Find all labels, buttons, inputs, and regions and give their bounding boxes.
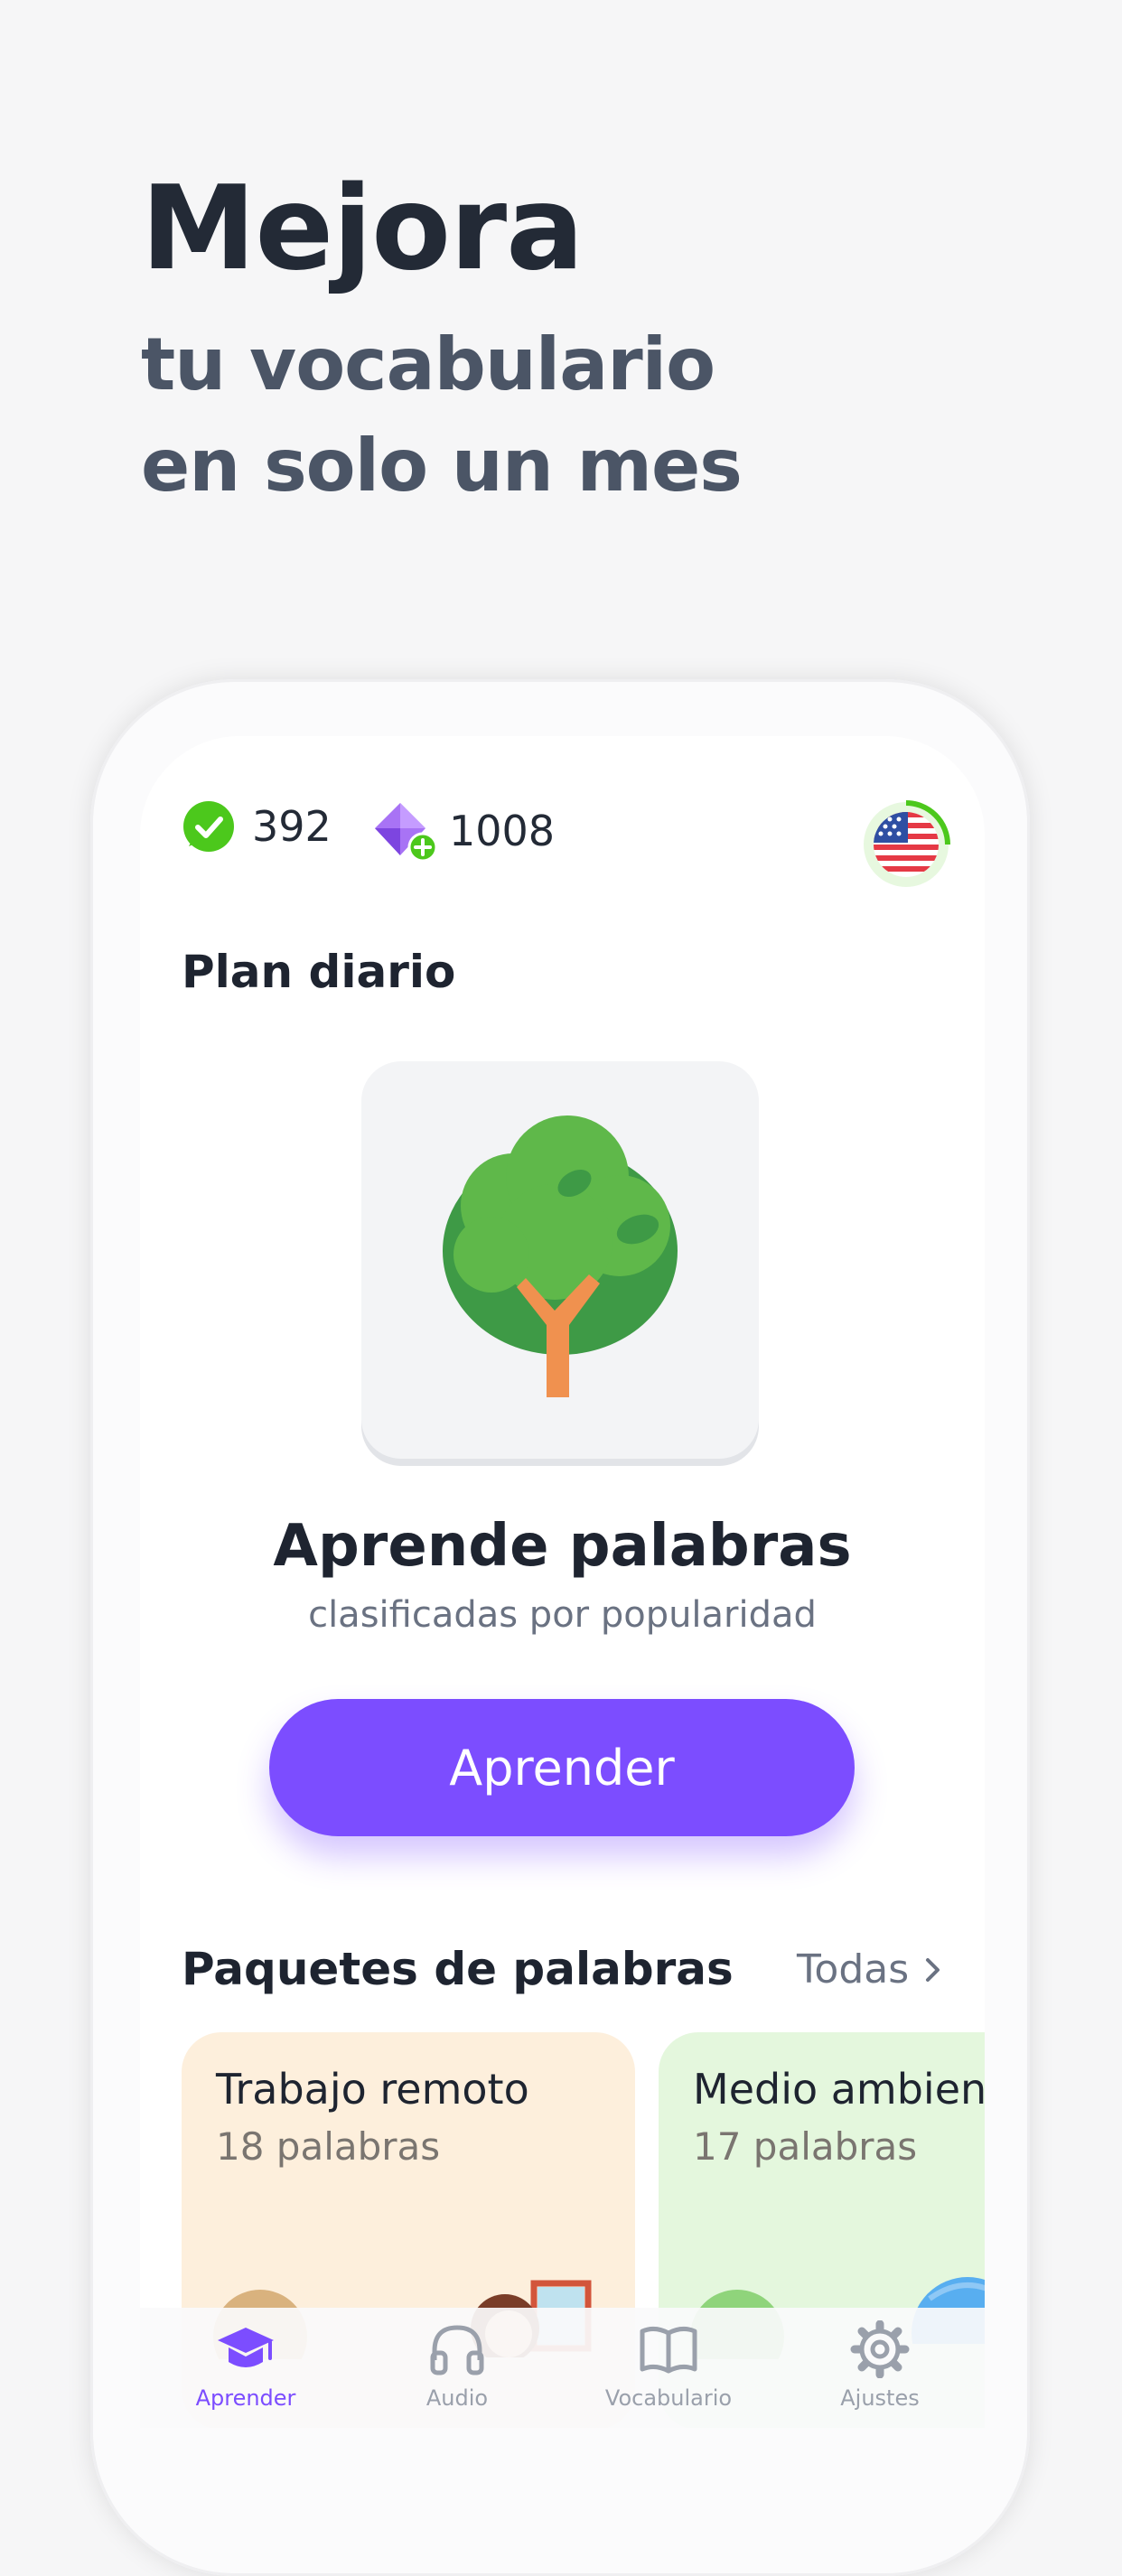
tab-audio[interactable]: Audio [351, 2308, 563, 2428]
headline-subtitle-line2: en solo un mes [141, 424, 743, 508]
tab-aprender[interactable]: Aprender [140, 2308, 351, 2428]
headline-subtitle-line1: tu vocabulario [141, 322, 715, 406]
tab-label: Vocabulario [604, 2385, 733, 2411]
language-flag-button[interactable] [861, 799, 951, 890]
tab-label: Ajustes [840, 2385, 920, 2411]
bottom-tab-bar: Aprender Audio Vocabulario Ajustes [140, 2308, 985, 2428]
tab-vocabulario[interactable]: Vocabulario [563, 2308, 774, 2428]
pack-count: 17 palabras [693, 2124, 918, 2169]
plan-title: Plan diario [182, 946, 456, 998]
headline-title: Mejora [141, 162, 584, 296]
card-subtitle: clasificadas por popularidad [308, 1594, 817, 1636]
card-title: Aprende palabras [273, 1513, 852, 1580]
learn-button[interactable]: Aprender [269, 1699, 855, 1836]
gem-plus-icon [375, 803, 438, 863]
gems-count: 1008 [449, 807, 556, 855]
gems-stat[interactable]: 1008 [373, 799, 555, 863]
headphones-icon [430, 2325, 484, 2375]
checks-stat[interactable]: 392 [182, 799, 332, 854]
tree-card[interactable] [361, 1061, 759, 1459]
app-screen: 392 1008 Plan diario Aprende palabras cl… [140, 736, 985, 2428]
tab-ajustes[interactable]: Ajustes [774, 2308, 985, 2428]
pack-title: Trabajo remoto [216, 2065, 529, 2114]
all-packs-label: Todas [797, 1946, 910, 1993]
chevron-right-icon [926, 1957, 940, 1982]
gear-icon [850, 2320, 910, 2378]
tab-label: Audio [425, 2385, 489, 2411]
promo-headline: Mejora tu vocabulario en solo un mes [141, 162, 743, 517]
checks-count: 392 [252, 802, 332, 851]
graduation-cap-icon [218, 2328, 274, 2367]
packs-title: Paquetes de palabras [182, 1943, 734, 1995]
pack-title: Medio ambiente [693, 2065, 985, 2114]
book-icon [640, 2326, 697, 2374]
us-flag-icon [864, 800, 950, 887]
tab-label: Aprender [195, 2385, 296, 2411]
pack-count: 18 palabras [216, 2124, 441, 2169]
tree-icon [443, 1115, 678, 1397]
all-packs-link[interactable]: Todas [797, 1946, 950, 1993]
check-circle-icon [183, 801, 234, 852]
